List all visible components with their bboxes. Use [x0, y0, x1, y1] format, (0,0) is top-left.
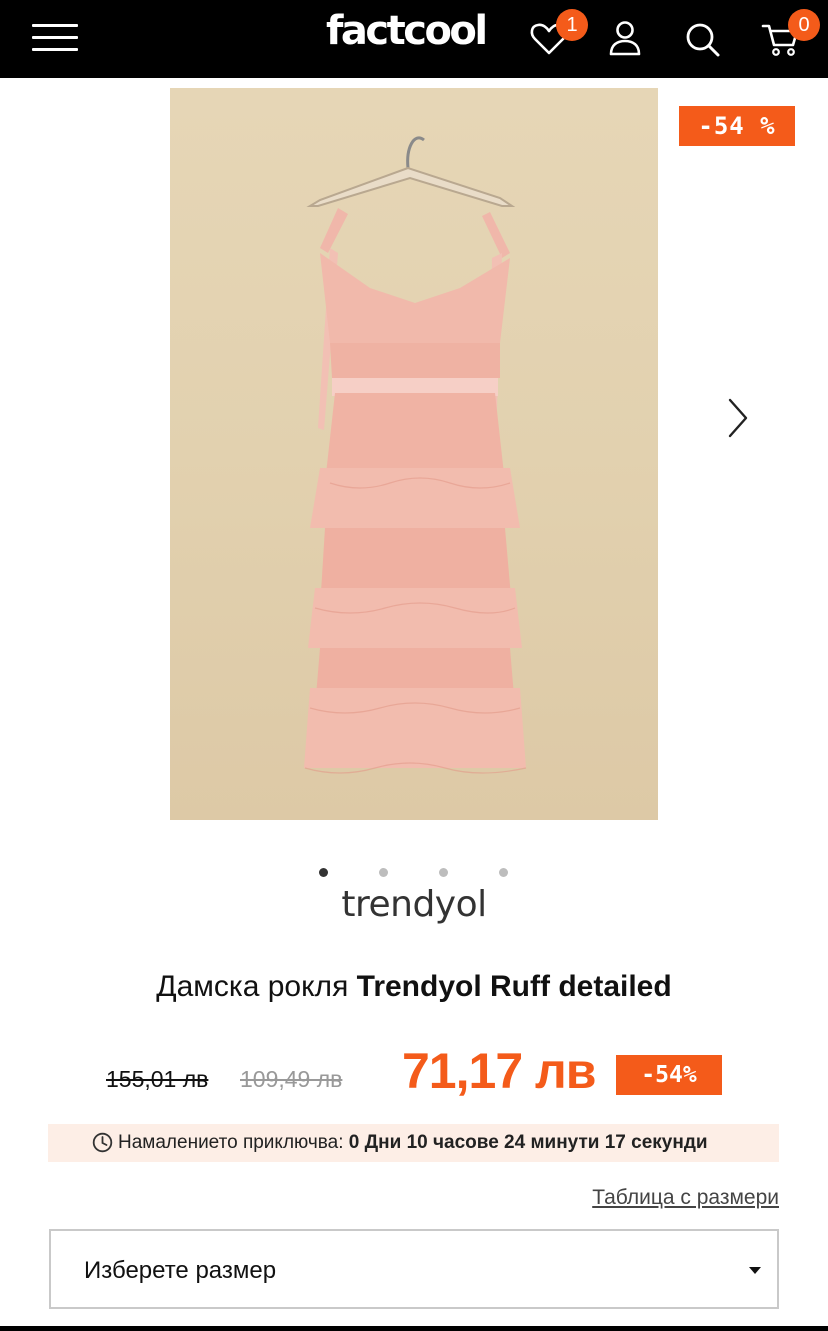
- gallery-pagination: [0, 868, 828, 880]
- chevron-right-icon: [728, 398, 748, 438]
- original-price: 155,01 лв: [106, 1066, 209, 1092]
- gallery-dot-2[interactable]: [379, 868, 388, 877]
- price-discount-badge: -54%: [616, 1055, 722, 1095]
- site-logo[interactable]: factcool: [326, 8, 488, 54]
- current-price: 71,17 лв: [402, 1043, 597, 1099]
- discount-badge: -54 %: [679, 106, 795, 146]
- price-block: 155,01 лв 109,49 лв 71,17 лв -54%: [0, 1040, 828, 1100]
- size-select-placeholder: Изберете размер: [84, 1257, 277, 1284]
- previous-price: 109,49 лв: [240, 1066, 343, 1092]
- menu-bar: [32, 36, 78, 39]
- caret-down-icon: [749, 1267, 761, 1274]
- countdown-label: Намалението приключва:: [118, 1132, 344, 1153]
- search-button[interactable]: [681, 18, 723, 60]
- size-select[interactable]: Изберете размер: [49, 1229, 779, 1309]
- cart-button[interactable]: 0: [760, 9, 820, 60]
- search-icon: [686, 23, 720, 57]
- countdown-value: 0 Дни 10 часове 24 минути 17 секунди: [348, 1132, 708, 1153]
- size-chart-link[interactable]: Таблица с размери: [592, 1186, 779, 1210]
- wishlist-count-badge: 1: [556, 9, 588, 41]
- brand-logo[interactable]: trendyol: [0, 884, 828, 925]
- gallery-dot-4[interactable]: [499, 868, 508, 877]
- sale-countdown: Намалението приключва: 0 Дни 10 часове 2…: [48, 1124, 779, 1162]
- gallery-dot-1[interactable]: [319, 868, 328, 877]
- menu-bar: [32, 24, 78, 27]
- product-title: Дамска рокля Trendyol Ruff detailed: [0, 970, 828, 1004]
- dress-illustration: [304, 136, 527, 774]
- bottom-divider: [0, 1326, 828, 1331]
- next-image-arrow[interactable]: [722, 394, 754, 442]
- wishlist-button[interactable]: 1: [528, 9, 588, 60]
- product-title-name: Trendyol Ruff detailed: [356, 970, 672, 1003]
- cart-count-badge: 0: [788, 9, 820, 41]
- menu-bar: [32, 48, 78, 51]
- gallery-dot-3[interactable]: [439, 868, 448, 877]
- account-button[interactable]: [604, 18, 646, 60]
- product-title-prefix: Дамска рокля: [156, 970, 357, 1003]
- menu-icon[interactable]: [32, 22, 78, 54]
- clock-icon: [92, 1132, 113, 1153]
- top-header: factcool 1 0: [0, 0, 828, 78]
- user-icon: [609, 21, 641, 56]
- product-image[interactable]: [170, 88, 658, 820]
